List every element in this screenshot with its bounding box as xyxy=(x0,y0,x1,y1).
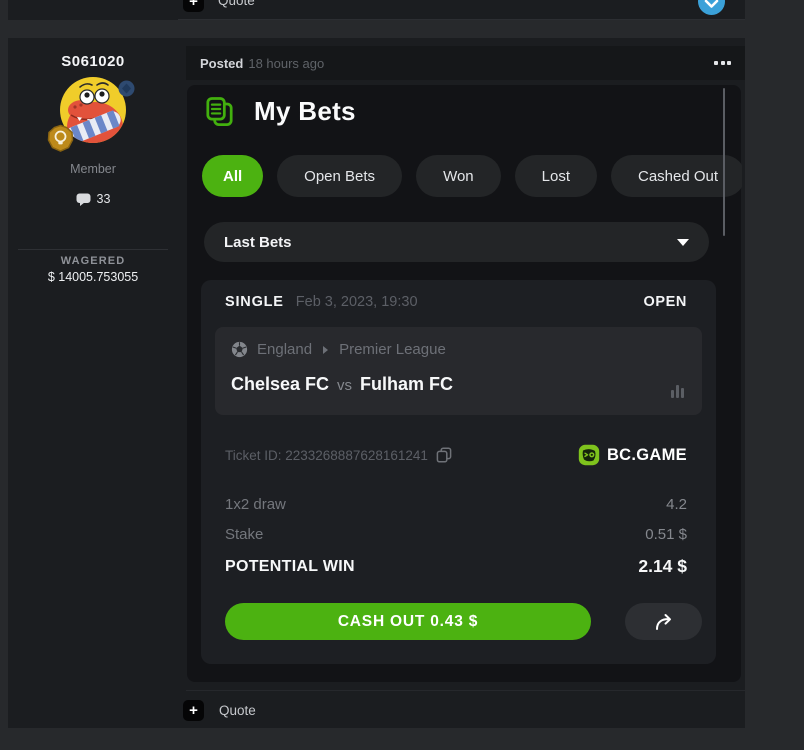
chevron-down-icon xyxy=(677,239,689,246)
copy-icon xyxy=(436,447,452,463)
quote-row: + Quote xyxy=(183,700,256,721)
idea-medal-badge-icon xyxy=(46,124,75,158)
copy-ticket-button[interactable] xyxy=(436,447,452,463)
author-role: Member xyxy=(8,162,178,176)
selection-label: 1x2 draw xyxy=(225,496,286,513)
dropdown-value: Last Bets xyxy=(224,234,292,251)
bcgame-logo-icon xyxy=(578,444,600,466)
bet-card-header: SINGLE Feb 3, 2023, 19:30 OPEN xyxy=(225,294,687,310)
ticket-id: Ticket ID: 2233268887628161241 xyxy=(225,448,428,463)
post-options-menu-icon[interactable] xyxy=(714,61,731,65)
profile-gem-badge-icon xyxy=(118,80,135,102)
quote-plus-button[interactable]: + xyxy=(183,0,204,12)
match-card[interactable]: England Premier League Chelsea FC vs Ful… xyxy=(215,327,702,415)
wagered-label: WAGERED xyxy=(8,255,178,267)
previous-post-sidebar xyxy=(8,0,178,20)
potential-win-row: POTENTIAL WIN 2.14 $ xyxy=(225,556,687,577)
share-button[interactable] xyxy=(625,603,702,640)
quote-button[interactable]: Quote xyxy=(219,703,256,718)
home-team: Chelsea FC xyxy=(231,374,329,395)
competition-label: Premier League xyxy=(339,341,446,358)
bet-actions: CASH OUT 0.43 $ xyxy=(225,603,702,640)
tab-all[interactable]: All xyxy=(202,155,263,197)
potential-win-value: 2.14 $ xyxy=(638,556,687,577)
bcgame-brand-name: BC.GAME xyxy=(607,446,687,465)
chevron-down-icon xyxy=(698,0,725,15)
author-username[interactable]: S061020 xyxy=(8,53,178,70)
cash-out-button[interactable]: CASH OUT 0.43 $ xyxy=(225,603,591,640)
share-arrow-icon xyxy=(653,613,675,631)
stake-label: Stake xyxy=(225,526,263,543)
bet-datetime: Feb 3, 2023, 19:30 xyxy=(296,294,418,310)
vs-label: vs xyxy=(337,377,352,394)
widget-title: My Bets xyxy=(254,96,356,127)
posted-time: 18 hours ago xyxy=(248,56,324,71)
author-comments: 33 xyxy=(8,192,178,206)
bet-status-badge: OPEN xyxy=(644,294,688,310)
sidebar-divider xyxy=(18,249,168,250)
tab-open-bets[interactable]: Open Bets xyxy=(277,155,402,197)
bet-filter-tabs: All Open Bets Won Lost Cashed Out xyxy=(202,155,742,197)
quote-plus-button[interactable]: + xyxy=(183,700,204,721)
tab-lost[interactable]: Lost xyxy=(515,155,597,197)
ticket-row: Ticket ID: 2233268887628161241 xyxy=(225,443,687,467)
stake-row: Stake 0.51 $ xyxy=(225,526,687,543)
wagered-value: $ 14005.753055 xyxy=(8,270,178,284)
bet-slips-icon xyxy=(203,95,236,128)
comments-count: 33 xyxy=(97,192,111,206)
potential-win-label: POTENTIAL WIN xyxy=(225,558,355,576)
speech-bubble-icon xyxy=(76,193,91,206)
post-header: Posted 18 hours ago xyxy=(186,46,745,80)
previous-post-bottom: + Quote xyxy=(8,0,745,20)
breadcrumb-arrow-icon xyxy=(323,346,328,354)
country-label: England xyxy=(257,341,312,358)
quote-button[interactable]: Quote xyxy=(218,0,255,8)
posted-label: Posted xyxy=(200,56,243,71)
stake-value: 0.51 $ xyxy=(645,526,687,543)
my-bets-widget: My Bets All Open Bets Won Lost Cashed Ou… xyxy=(187,85,741,682)
match-title: Chelsea FC vs Fulham FC xyxy=(231,374,453,395)
match-stats-icon[interactable] xyxy=(671,385,684,398)
soccer-ball-icon xyxy=(231,341,248,358)
selection-odds: 4.2 xyxy=(666,496,687,513)
away-team: Fulham FC xyxy=(360,374,453,395)
footer-divider xyxy=(186,690,745,691)
bet-card: SINGLE Feb 3, 2023, 19:30 OPEN xyxy=(201,280,716,664)
selection-row: 1x2 draw 4.2 xyxy=(225,496,687,513)
scroll-down-badge[interactable] xyxy=(698,0,725,15)
bet-type: SINGLE xyxy=(225,294,284,310)
post-content: Posted 18 hours ago My Bets All Ope xyxy=(178,38,745,728)
widget-scrollbar[interactable] xyxy=(723,88,725,236)
bcgame-brand: BC.GAME xyxy=(578,444,687,466)
forum-post: S061020 xyxy=(8,38,745,728)
tab-won[interactable]: Won xyxy=(416,155,501,197)
post-author-sidebar: S061020 xyxy=(8,38,178,728)
widget-header: My Bets xyxy=(203,95,356,128)
league-row: England Premier League xyxy=(231,341,446,358)
bets-sort-dropdown[interactable]: Last Bets xyxy=(204,222,709,262)
